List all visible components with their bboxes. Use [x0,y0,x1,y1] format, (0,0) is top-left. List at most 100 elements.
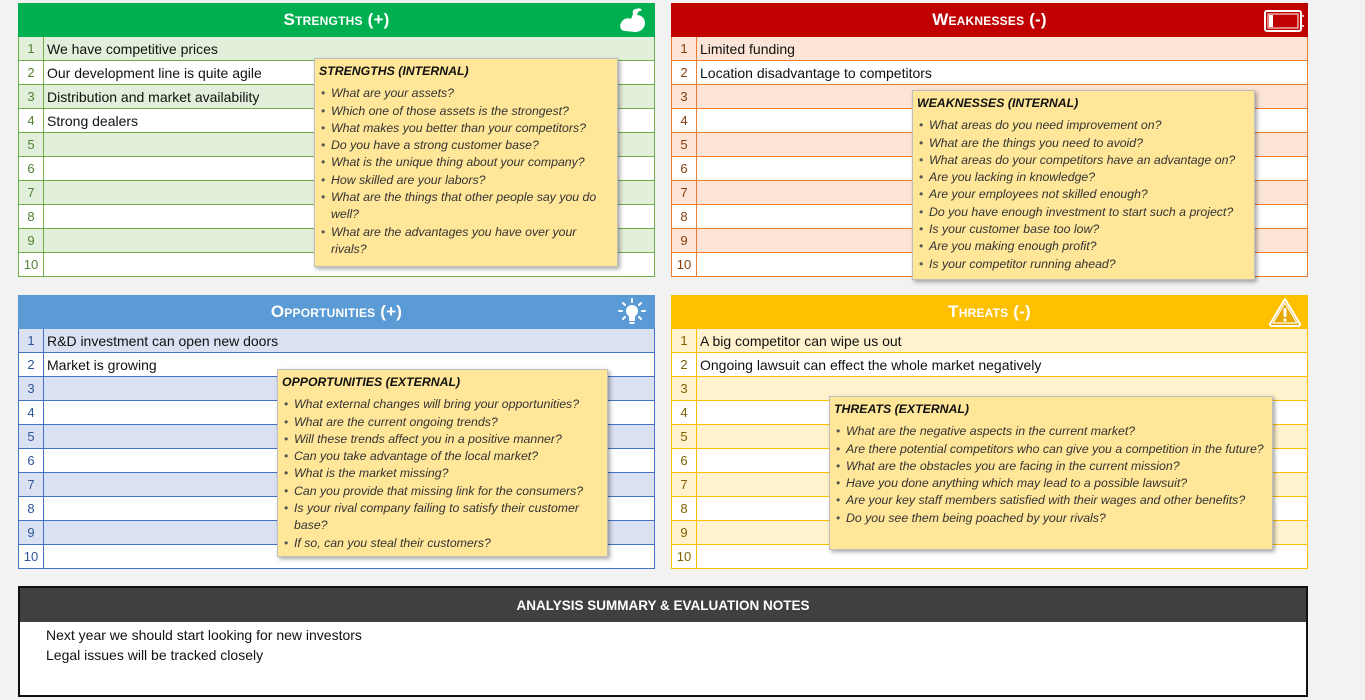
row-number: 4 [19,109,44,132]
note-item: Is your competitor running ahead? [917,256,1249,274]
note-title: OPPORTUNITIES (EXTERNAL) [282,375,461,389]
row-number: 1 [672,329,697,352]
weaknesses-title: Weaknesses (-) [932,10,1047,29]
threats-header: Threats (-) [671,295,1308,329]
note-item: What are the current ongoing trends? [282,414,602,432]
summary-notes[interactable]: Next year we should start looking for ne… [20,622,1306,665]
row-number: 1 [19,329,44,352]
summary-line[interactable]: Next year we should start looking for ne… [46,625,1306,645]
row-number: 5 [19,425,44,448]
summary-line[interactable]: Legal issues will be tracked closely [46,645,1306,665]
opportunities-header: Opportunities (+) [18,295,655,329]
table-row[interactable]: 2 Location disadvantage to competitors [672,61,1307,85]
note-item: What are the advantages you have over yo… [319,224,612,259]
note-item: What areas do your competitors have an a… [917,152,1249,170]
row-text[interactable]: R&D investment can open new doors [44,329,654,352]
row-number: 6 [19,157,44,180]
note-list: What are the negative aspects in the cur… [834,423,1267,527]
row-number: 9 [672,521,697,544]
row-number: 2 [19,61,44,84]
row-number: 8 [19,497,44,520]
row-number: 5 [19,133,44,156]
row-text[interactable]: Ongoing lawsuit can effect the whole mar… [697,353,1307,376]
row-number: 9 [19,229,44,252]
strengths-note: STRENGTHS (INTERNAL) What are your asset… [314,58,618,267]
note-item: Are you lacking in knowledge? [917,169,1249,187]
threats-note: THREATS (EXTERNAL) What are the negative… [829,396,1273,550]
row-number: 2 [19,353,44,376]
row-number: 10 [19,545,44,568]
note-item: Do you have a strong customer base? [319,137,612,155]
row-number: 7 [19,473,44,496]
low-battery-icon [1264,10,1304,32]
note-item: What is the market missing? [282,465,602,483]
row-number: 10 [672,253,697,276]
note-item: What are your assets? [319,85,612,103]
row-number: 7 [672,181,697,204]
note-item: What are the things that other people sa… [319,189,612,224]
opportunities-title: Opportunities (+) [270,302,403,321]
note-title: STRENGTHS (INTERNAL) [319,64,469,78]
table-row[interactable]: 1A big competitor can wipe us out [672,329,1307,353]
note-item: Have you done anything which may lead to… [834,475,1267,493]
opportunities-note: OPPORTUNITIES (EXTERNAL) What external c… [277,369,608,557]
row-number: 9 [672,229,697,252]
strengths-header: Strengths (+) [18,3,655,37]
note-list: What areas do you need improvement on? W… [917,117,1249,273]
row-number: 4 [672,109,697,132]
row-text[interactable]: A big competitor can wipe us out [697,329,1307,352]
note-item: Can you provide that missing link for th… [282,483,602,501]
weaknesses-header: Weaknesses (-) [671,3,1308,37]
row-number: 2 [672,353,697,376]
summary-header: ANALYSIS SUMMARY & EVALUATION NOTES [20,588,1306,622]
note-item: Is your customer base too low? [917,221,1249,239]
row-number: 6 [672,449,697,472]
note-list: What external changes will bring your op… [282,396,602,552]
table-row[interactable]: 2 Ongoing lawsuit can effect the whole ma… [672,353,1307,377]
row-number: 6 [19,449,44,472]
note-item: What areas do you need improvement on? [917,117,1249,135]
analysis-summary-panel: ANALYSIS SUMMARY & EVALUATION NOTES Next… [18,586,1308,697]
note-item: What are the negative aspects in the cur… [834,423,1267,441]
note-item: What makes you better than your competit… [319,120,612,138]
row-number: 1 [672,37,697,60]
note-title: THREATS (EXTERNAL) [834,402,970,416]
row-number: 5 [672,133,697,156]
row-number: 2 [672,61,697,84]
threats-title: Threats (-) [948,302,1031,321]
row-number: 8 [19,205,44,228]
note-item: What are the obstacles you are facing in… [834,458,1267,476]
row-number: 8 [672,497,697,520]
row-number: 10 [19,253,44,276]
row-number: 10 [672,545,697,568]
note-item: What are the things you need to avoid? [917,135,1249,153]
row-number: 3 [19,85,44,108]
note-list: What are your assets? Which one of those… [319,85,612,258]
table-row[interactable]: 1 Limited funding [672,37,1307,61]
row-number: 3 [19,377,44,400]
note-item: Which one of those assets is the stronge… [319,103,612,121]
note-item: Are your employees not skilled enough? [917,186,1249,204]
row-text[interactable]: Limited funding [697,37,1307,60]
row-number: 6 [672,157,697,180]
note-item: What is the unique thing about your comp… [319,154,612,172]
note-item: Can you take advantage of the local mark… [282,448,602,466]
warning-icon [1269,298,1301,327]
lightbulb-icon [618,298,646,324]
row-number: 5 [672,425,697,448]
row-number: 8 [672,205,697,228]
table-row[interactable]: 1 R&D investment can open new doors [19,329,654,353]
note-item: If so, can you steal their customers? [282,535,602,553]
row-number: 9 [19,521,44,544]
row-number: 1 [19,37,44,60]
note-item: Are your key staff members satisfied wit… [834,492,1267,510]
row-number: 3 [672,85,697,108]
note-title: WEAKNESSES (INTERNAL) [917,96,1079,110]
note-item: Do you have enough investment to start s… [917,204,1249,222]
row-text[interactable]: We have competitive prices [44,37,654,60]
weaknesses-note: WEAKNESSES (INTERNAL) What areas do you … [912,90,1255,280]
row-number: 4 [19,401,44,424]
row-text[interactable]: Location disadvantage to competitors [697,61,1307,84]
note-item: Are you making enough profit? [917,238,1249,256]
row-number: 7 [19,181,44,204]
